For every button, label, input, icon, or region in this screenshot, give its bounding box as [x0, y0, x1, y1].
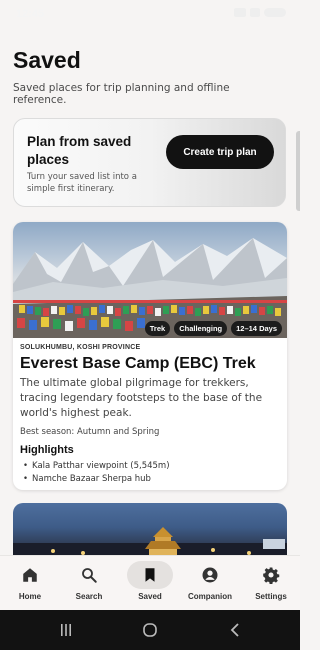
- bookmark-icon: [145, 568, 155, 582]
- nav-settings[interactable]: Settings: [241, 556, 301, 611]
- edge-panel-handle[interactable]: [296, 131, 300, 211]
- page-subtitle: Saved places for trip planning and offli…: [13, 82, 230, 106]
- highlights-heading: Highlights: [20, 444, 74, 456]
- nav-label: Saved: [138, 592, 162, 601]
- saved-place-card-2[interactable]: [13, 503, 287, 563]
- trek-season: Best season: Autumn and Spring: [20, 427, 160, 437]
- nav-saved[interactable]: Saved: [120, 556, 180, 611]
- status-time: 12:45: [16, 8, 45, 20]
- status-bar: 12:45: [0, 0, 300, 30]
- nav-label: Search: [75, 592, 103, 601]
- system-navigation-bar: [0, 610, 300, 650]
- plan-card-text: Turn your saved list into a simple first…: [27, 172, 137, 194]
- plan-from-saved-card: Plan from saved places Turn your saved l…: [13, 118, 286, 207]
- highlights-list: Kala Patthar viewpoint (5,545m) Namche B…: [23, 460, 170, 486]
- plan-card-title: Plan from saved places: [27, 134, 132, 167]
- tag-type: Trek: [144, 321, 171, 336]
- recents-icon[interactable]: [58, 622, 74, 638]
- nav-label: Home: [18, 592, 42, 601]
- nav-label: Settings: [255, 592, 287, 601]
- page-title: Saved: [13, 47, 81, 73]
- temple-illustration: [13, 527, 287, 563]
- home-icon: [23, 568, 37, 582]
- tag-duration: 12–14 Days: [231, 321, 282, 336]
- battery-icon: [264, 8, 286, 17]
- trek-photo: Trek Challenging 12–14 Days: [13, 222, 287, 338]
- trek-tags: Trek Challenging 12–14 Days: [144, 321, 282, 336]
- person-icon: [202, 567, 218, 583]
- back-icon[interactable]: [228, 622, 244, 638]
- search-icon: [82, 568, 97, 583]
- saved-place-card[interactable]: Trek Challenging 12–14 Days SOLUKHUMBU, …: [13, 222, 287, 490]
- trek-title: Everest Base Camp (EBC) Trek: [20, 355, 256, 372]
- wifi-icon: [250, 8, 260, 17]
- trek-description: The ultimate global pilgrimage for trekk…: [20, 377, 263, 419]
- trek-region: SOLUKHUMBU, KOSHI PROVINCE: [20, 344, 141, 351]
- tag-difficulty: Challenging: [174, 321, 228, 336]
- nav-companion[interactable]: Companion: [180, 556, 240, 611]
- highlight-item: Namche Bazaar Sherpa hub: [23, 473, 170, 486]
- signal-icon: [234, 8, 246, 17]
- nav-home[interactable]: Home: [0, 556, 60, 611]
- nav-search[interactable]: Search: [59, 556, 119, 611]
- highlight-item: Kala Patthar viewpoint (5,545m): [23, 460, 170, 473]
- bottom-navigation: Home Search Saved Companion Settings: [0, 555, 300, 610]
- create-trip-plan-button[interactable]: Create trip plan: [166, 135, 274, 169]
- status-icons: [234, 8, 286, 17]
- gear-icon: [263, 567, 280, 584]
- nav-label: Companion: [188, 592, 232, 601]
- home-button-icon[interactable]: [142, 622, 158, 638]
